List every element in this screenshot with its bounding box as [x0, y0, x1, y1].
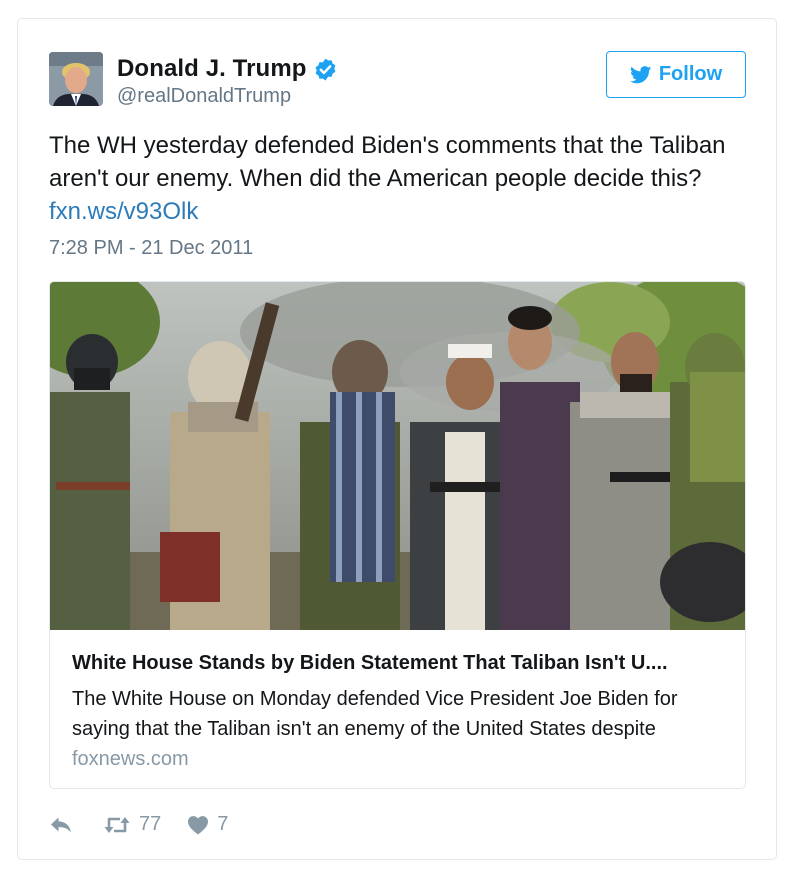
card-domain[interactable]: foxnews.com — [72, 748, 189, 771]
twitter-bird-icon — [629, 65, 652, 83]
retweet-count: 77 — [139, 813, 162, 835]
tweet-text: The WH yesterday defended Biden's commen… — [49, 129, 749, 228]
card-description: The White House on Monday defended Vice … — [72, 688, 678, 740]
tweet-actions: 77 7 — [49, 813, 228, 836]
card-image[interactable] — [50, 282, 745, 630]
reply-icon — [51, 817, 71, 832]
reply-button[interactable] — [49, 815, 73, 835]
heart-icon — [188, 815, 209, 835]
link-preview-card[interactable]: White House Stands by Biden Statement Th… — [49, 281, 746, 789]
verified-badge-icon — [313, 57, 338, 82]
avatar[interactable] — [49, 52, 103, 106]
author-name-row: Donald J. Trump — [117, 55, 338, 83]
card-title[interactable]: White House Stands by Biden Statement Th… — [72, 652, 732, 675]
follow-button-label: Follow — [658, 63, 723, 85]
author-display-name[interactable]: Donald J. Trump — [117, 55, 307, 83]
tweet-card: Donald J. Trump @realDonaldTrump Follow … — [17, 18, 777, 860]
like-count: 7 — [217, 813, 229, 835]
follow-button[interactable]: Follow — [606, 51, 746, 98]
author-handle[interactable]: @realDonaldTrump — [117, 85, 291, 108]
tweet-body: The WH yesterday defended Biden's commen… — [49, 132, 726, 192]
retweet-icon — [104, 816, 130, 833]
tweet-timestamp[interactable]: 7:28 PM - 21 Dec 2011 — [49, 237, 253, 260]
like-button[interactable]: 7 — [187, 813, 228, 836]
tweet-link[interactable]: fxn.ws/v93Olk — [49, 195, 749, 228]
retweet-button[interactable]: 77 — [103, 813, 161, 836]
